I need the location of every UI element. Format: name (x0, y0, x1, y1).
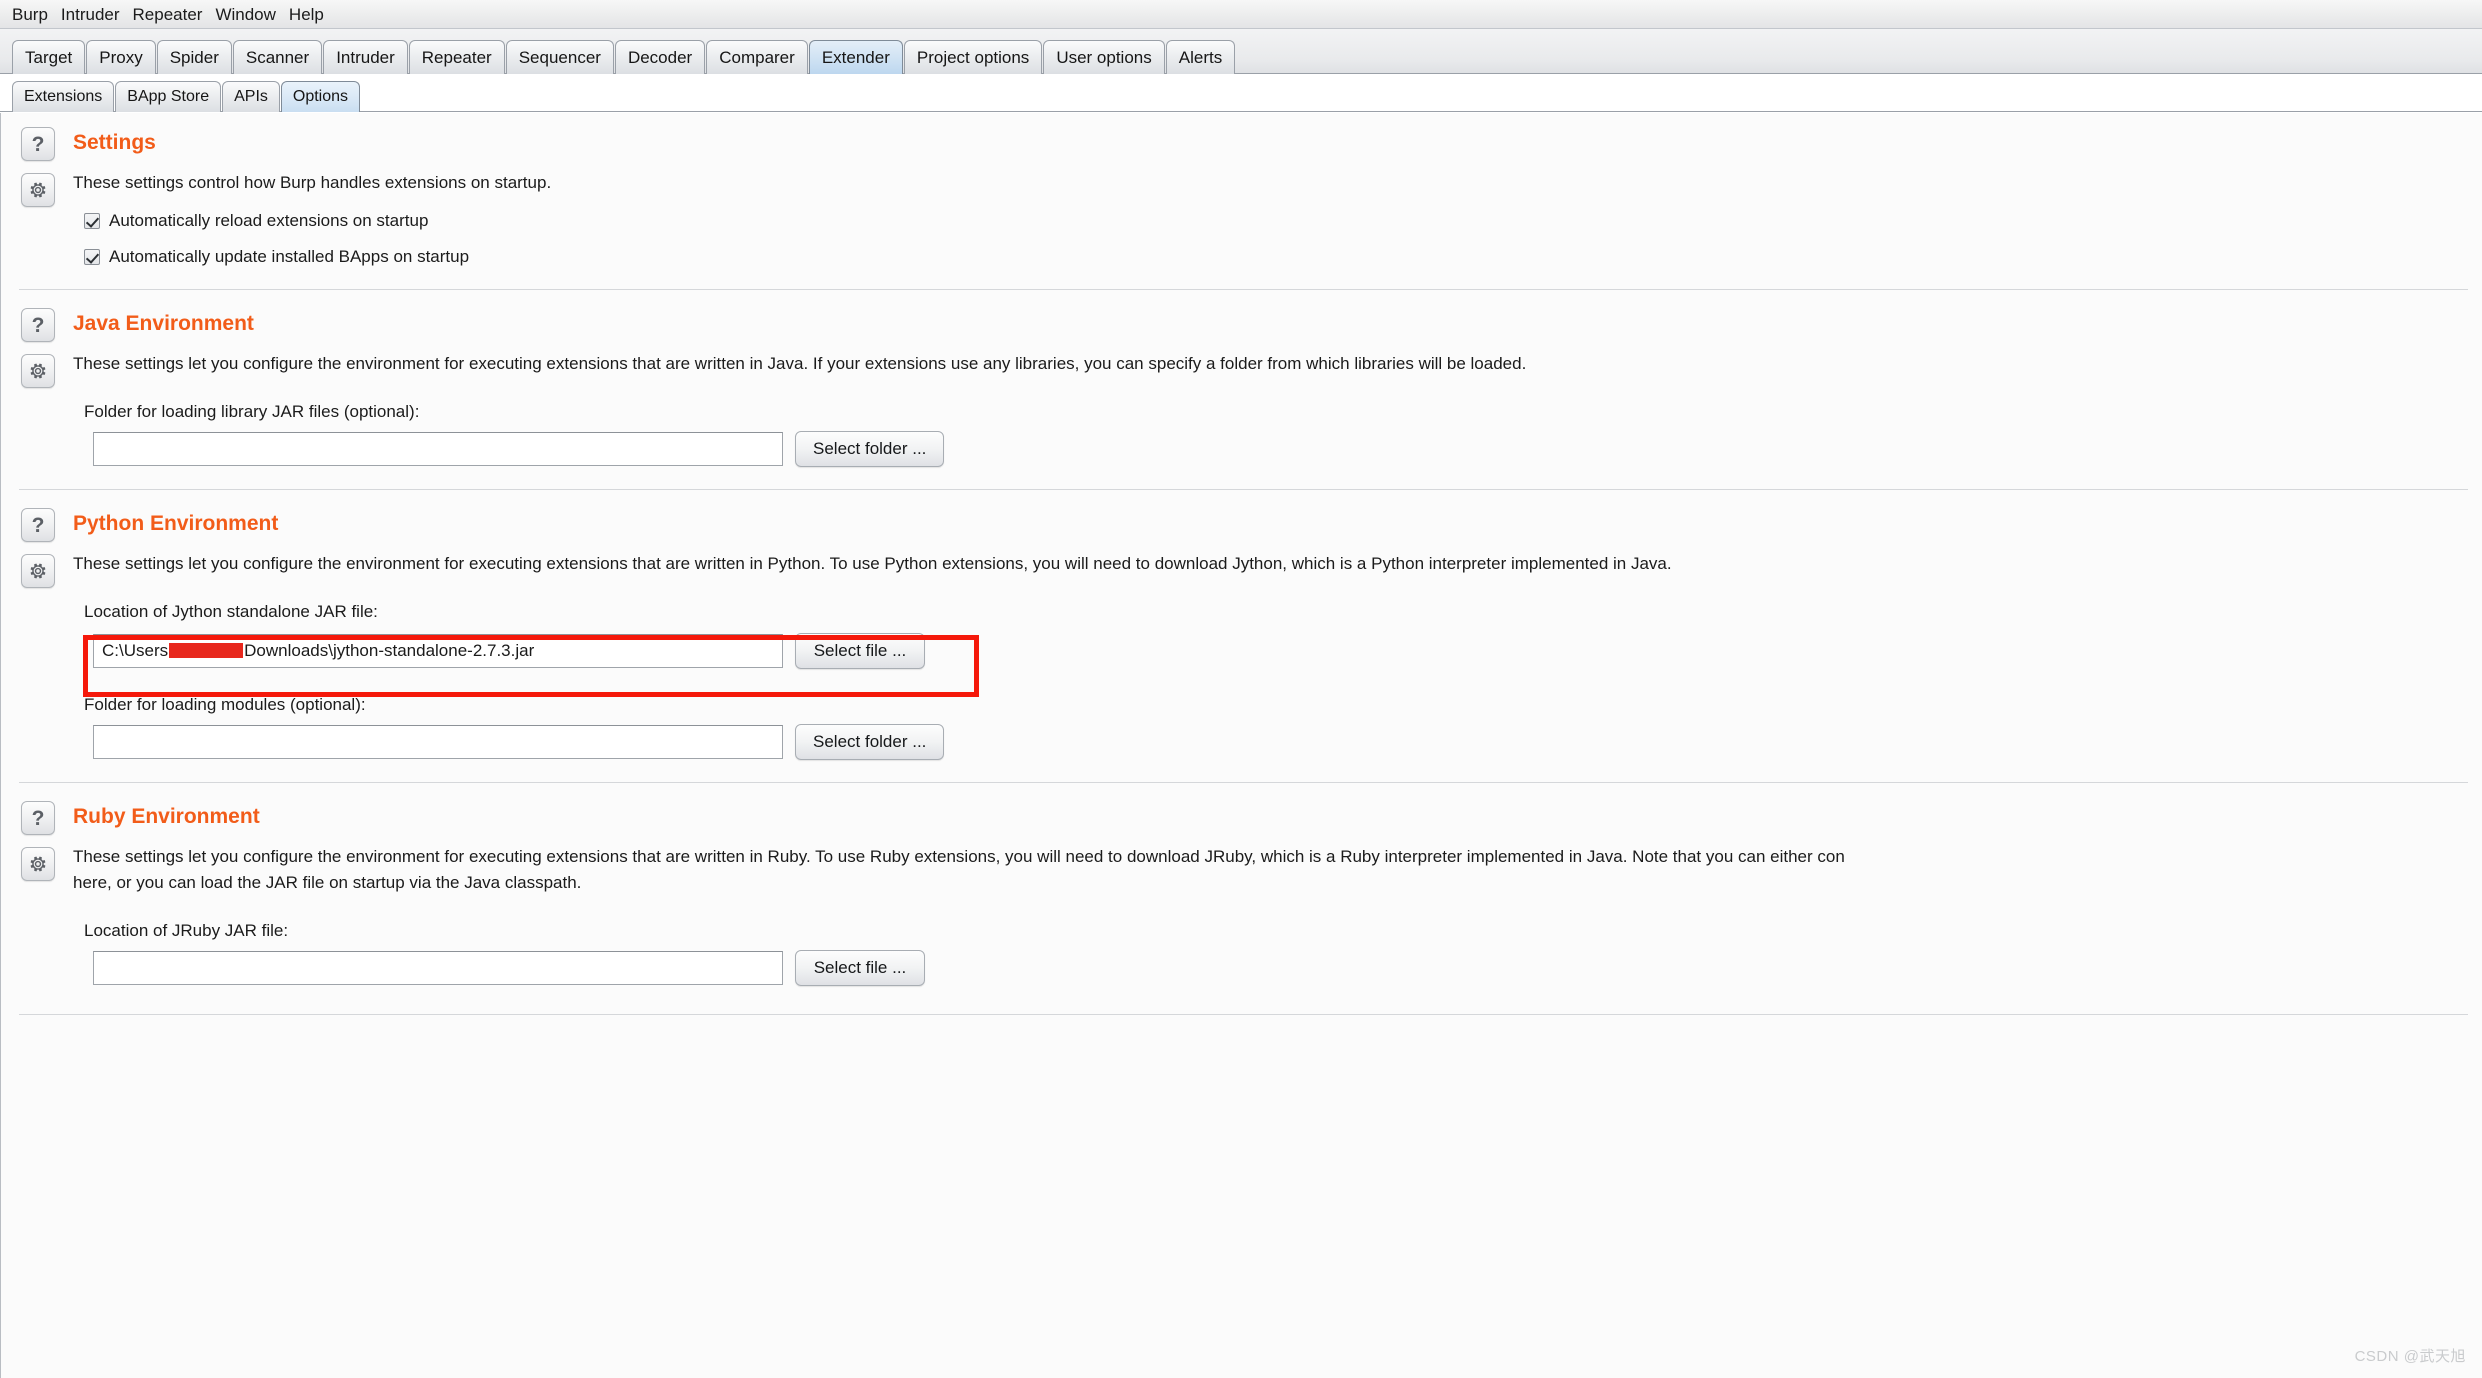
settings-help-button[interactable]: ? (21, 127, 55, 161)
python-jar-path-suffix: Downloads\jython-standalone-2.7.3.jar (244, 641, 535, 660)
tab-repeater[interactable]: Repeater (408, 40, 505, 74)
subtab-extensions[interactable]: Extensions (12, 81, 115, 112)
tab-alerts[interactable]: Alerts (1165, 40, 1236, 74)
python-modules-folder-input[interactable] (93, 725, 783, 759)
checkbox-reload-extensions[interactable] (84, 213, 100, 229)
checkbox-row-reload-extensions[interactable]: Automatically reload extensions on start… (84, 211, 2482, 231)
main-tab-bar: Target Proxy Spider Scanner Intruder Rep… (0, 29, 2482, 74)
checkbox-row-update-bapps[interactable]: Automatically update installed BApps on … (84, 247, 2482, 267)
gear-icon (30, 563, 46, 579)
settings-gear-button[interactable] (21, 173, 55, 207)
tab-scanner[interactable]: Scanner (232, 40, 323, 74)
python-modules-row: Select folder ... (93, 724, 2482, 760)
java-library-folder-input[interactable] (93, 432, 783, 466)
ruby-jar-input[interactable] (93, 951, 783, 985)
python-select-file-button[interactable]: Select file ... (795, 633, 925, 669)
java-field-row: Select folder ... (93, 431, 2482, 467)
gear-icon (30, 856, 46, 872)
python-jar-row: C:\Users Downloads\jython-standalone-2.7.… (93, 633, 2482, 669)
tab-sequencer[interactable]: Sequencer (505, 40, 614, 74)
java-gear-button[interactable] (21, 354, 55, 388)
subtab-options[interactable]: Options (280, 81, 361, 112)
checkbox-label-reload-extensions: Automatically reload extensions on start… (109, 211, 429, 230)
python-jar-label: Location of Jython standalone JAR file: (84, 602, 378, 621)
python-help-button[interactable]: ? (21, 508, 55, 542)
checkbox-label-update-bapps: Automatically update installed BApps on … (109, 247, 470, 266)
menu-item-help[interactable]: Help (289, 4, 333, 25)
checkbox-update-bapps[interactable] (84, 249, 100, 265)
tab-target[interactable]: Target (12, 40, 86, 74)
section-ruby-environment: ? Ruby Environment These settings let yo… (1, 783, 2482, 1008)
tab-comparer[interactable]: Comparer (706, 40, 808, 74)
ruby-field-row: Select file ... (93, 950, 2482, 986)
redacted-username-block (169, 643, 244, 658)
menu-item-window[interactable]: Window (215, 4, 284, 25)
tab-decoder[interactable]: Decoder (614, 40, 706, 74)
menu-item-repeater[interactable]: Repeater (133, 4, 212, 25)
ruby-field-label: Location of JRuby JAR file: (84, 921, 289, 940)
section-java-environment: ? Java Environment These settings let yo… (1, 290, 2482, 489)
java-select-folder-button[interactable]: Select folder ... (795, 431, 945, 467)
java-description: These settings let you configure the env… (73, 354, 1527, 373)
python-title: Python Environment (73, 512, 279, 535)
settings-title: Settings (73, 131, 156, 154)
tab-proxy[interactable]: Proxy (86, 40, 156, 74)
tab-user-options[interactable]: User options (1043, 40, 1165, 74)
tab-project-options[interactable]: Project options (903, 40, 1043, 74)
menu-bar: Burp Intruder Repeater Window Help (0, 0, 2482, 29)
question-mark-icon: ? (31, 313, 45, 337)
tab-spider[interactable]: Spider (156, 40, 232, 74)
python-modules-label: Folder for loading modules (optional): (84, 695, 366, 714)
question-mark-icon: ? (31, 132, 45, 156)
csdn-watermark: CSDN @武天旭 (2354, 1348, 2466, 1365)
python-jython-jar-input[interactable]: C:\Users Downloads\jython-standalone-2.7.… (93, 634, 783, 668)
python-gear-button[interactable] (21, 554, 55, 588)
tab-intruder[interactable]: Intruder (323, 40, 408, 74)
ruby-help-button[interactable]: ? (21, 801, 55, 835)
java-field-label: Folder for loading library JAR files (op… (84, 402, 420, 421)
options-panel: ? Settings These settings control how Bu… (0, 113, 2482, 1378)
sub-tab-bar: Extensions BApp Store APIs Options (0, 74, 2482, 112)
python-jar-path-prefix: C:\Users (102, 641, 169, 660)
settings-description: These settings control how Burp handles … (73, 173, 552, 192)
tab-extender[interactable]: Extender (808, 40, 903, 74)
section-settings: ? Settings These settings control how Bu… (1, 113, 2482, 289)
menu-item-burp[interactable]: Burp (12, 4, 57, 25)
ruby-description-line2: here, or you can load the JAR file on st… (73, 873, 582, 892)
question-mark-icon: ? (31, 513, 45, 537)
gear-icon (30, 363, 46, 379)
python-description: These settings let you configure the env… (73, 554, 1672, 573)
ruby-select-file-button[interactable]: Select file ... (795, 950, 925, 986)
section-python-environment: ? Python Environment These settings let … (1, 490, 2482, 782)
gear-icon (30, 182, 46, 198)
subtab-bapp-store[interactable]: BApp Store (115, 81, 222, 112)
menu-item-intruder[interactable]: Intruder (61, 4, 129, 25)
ruby-description-line1: These settings let you configure the env… (73, 847, 1845, 866)
question-mark-icon: ? (31, 806, 45, 830)
java-title: Java Environment (73, 312, 254, 335)
python-select-folder-button[interactable]: Select folder ... (795, 724, 945, 760)
subtab-apis[interactable]: APIs (222, 81, 280, 112)
ruby-gear-button[interactable] (21, 847, 55, 881)
section-divider-4 (19, 1014, 2468, 1015)
java-help-button[interactable]: ? (21, 308, 55, 342)
ruby-title: Ruby Environment (73, 805, 260, 828)
